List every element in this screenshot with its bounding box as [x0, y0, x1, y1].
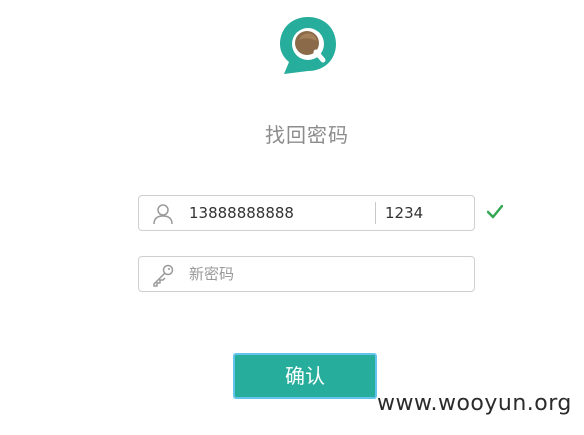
page-title: 找回密码 [265, 123, 349, 147]
field-divider [375, 202, 376, 224]
phone-input[interactable]: 13888888888 [189, 196, 294, 230]
new-password-input[interactable]: 新密码 [189, 257, 234, 291]
confirm-button[interactable]: 确认 [233, 353, 377, 399]
new-password-field[interactable]: 新密码 [138, 256, 475, 292]
watermark: www.wooyun.org [377, 391, 572, 416]
check-icon [487, 205, 503, 219]
magnifier-chat-icon [280, 17, 336, 74]
verification-code-input[interactable]: 1234 [385, 196, 423, 230]
phone-code-field[interactable]: 13888888888 1234 [138, 195, 475, 231]
key-icon [153, 264, 174, 287]
user-icon [153, 204, 173, 225]
